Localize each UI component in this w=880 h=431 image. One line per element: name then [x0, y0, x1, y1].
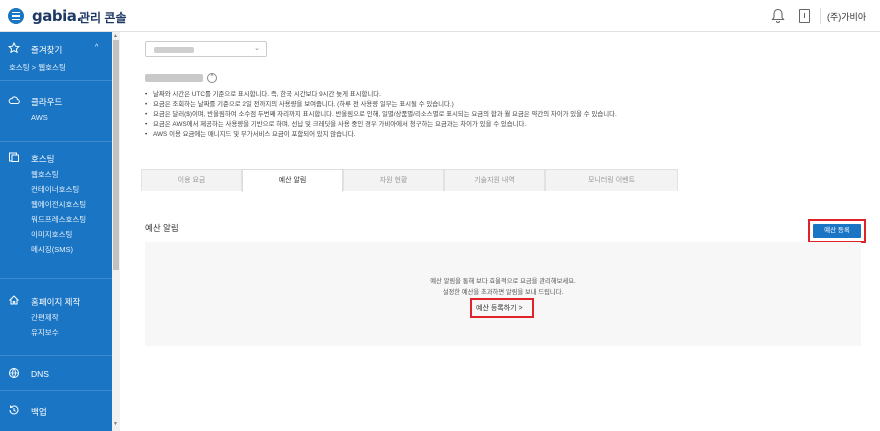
empty-message-1: 예산 알림을 통해 보다 효율적으로 요금을 관리해보세요. [430, 278, 576, 285]
favorite-hosting-webhosting[interactable]: 호스팅 > 웹호스팅 [0, 60, 112, 75]
logo[interactable]: gabia. [32, 7, 82, 25]
divider [0, 390, 112, 391]
sidebar-label: DNS [31, 369, 49, 379]
highlight-box: 예산 등록 [808, 219, 866, 243]
tab-tech-support[interactable]: 기술지원 내역 [444, 169, 545, 191]
redacted-name [145, 74, 203, 82]
logo-subtitle: 관리 콘솔 [79, 11, 127, 25]
header-divider [820, 8, 821, 24]
sidebar-cloud: 클라우드 AWS [0, 92, 112, 125]
notice-item: 요금은 AWS에서 제공하는 사용량을 기반으로 하며, 선납 및 크레딧을 사… [145, 120, 617, 130]
notice-item: 요금은 조회하는 날짜를 기준으로 2일 전까지의 사용량을 보여줍니다. (하… [145, 100, 617, 110]
sidebar-label: 백업 [31, 407, 47, 417]
chevron-down-icon: ⌄ [254, 45, 260, 52]
sidebar-item-aws[interactable]: AWS [0, 110, 112, 125]
clock-backup-icon [9, 405, 19, 415]
sidebar-item-wordpress[interactable]: 워드프레스호스팅 [0, 212, 112, 227]
cloud-icon [8, 96, 20, 104]
sidebar-label: 클라우드 [31, 97, 63, 107]
user-menu[interactable]: (주)가비아 [827, 10, 866, 23]
sidebar-scrollbar[interactable]: ▲ ▼ [112, 32, 120, 431]
sidebar-item-maintenance[interactable]: 유지보수 [0, 325, 112, 340]
notice-item: 날짜와 시간은 UTC를 기준으로 표시합니다. 즉, 한국 시간보다 9시간 … [145, 90, 617, 100]
tab-monitoring-events[interactable]: 모니터링 이벤트 [545, 169, 678, 191]
sidebar-item-backup[interactable]: 백업 [0, 402, 112, 420]
sidebar-dns: DNS [0, 365, 112, 383]
sidebar-item-sms[interactable]: 메시징(SMS) [0, 242, 112, 257]
sidebar-hosting: 호스팅 웹호스팅 컨테이너호스팅 웹에이전시호스팅 워드프레스호스팅 이미지호스… [0, 149, 112, 257]
sidebar-label: 홈페이지 제작 [31, 297, 81, 307]
divider [0, 278, 112, 279]
sidebar-item-homepage[interactable]: 홈페이지 제작 [0, 292, 112, 310]
logout-icon[interactable] [799, 9, 810, 23]
sidebar-item-webagency[interactable]: 웹에이전시호스팅 [0, 197, 112, 212]
register-budget-button[interactable]: 예산 등록 [813, 224, 861, 238]
redacted-value [154, 47, 194, 53]
notice-item: AWS 이용 요금에는 매니지드 및 부가서비스 요금이 포함되어 있지 않습니… [145, 130, 617, 140]
scroll-down-icon[interactable]: ▼ [113, 421, 118, 427]
highlight-box: 예산 등록하기 > [470, 298, 534, 318]
sidebar-label: 호스팅 [31, 154, 55, 164]
server-icon [9, 152, 19, 162]
top-header: gabia. 관리 콘솔 (주)가비아 [0, 0, 880, 32]
sidebar-item-dns[interactable]: DNS [0, 365, 112, 383]
divider [0, 80, 112, 81]
bell-icon[interactable] [771, 8, 785, 24]
sidebar-label: 즐겨찾기 [31, 45, 63, 55]
account-select[interactable]: ⌄ [145, 41, 267, 57]
tab-bar: 이용 요금 예산 알림 자원 현황 기술지원 내역 모니터링 이벤트 [141, 169, 678, 192]
notice-list: 날짜와 시간은 UTC를 기준으로 표시합니다. 즉, 한국 시간보다 9시간 … [145, 90, 617, 140]
scrollbar-thumb[interactable] [113, 40, 119, 270]
home-icon [9, 295, 19, 305]
menu-icon[interactable] [8, 8, 24, 24]
sidebar-item-webhosting[interactable]: 웹호스팅 [0, 167, 112, 182]
main-content: ⌄ ^ 날짜와 시간은 UTC를 기준으로 표시합니다. 즉, 한국 시간보다 … [120, 32, 880, 431]
sidebar-item-containerhosting[interactable]: 컨테이너호스팅 [0, 182, 112, 197]
sidebar-item-hosting[interactable]: 호스팅 [0, 149, 112, 167]
divider [0, 141, 112, 142]
empty-state-panel: 예산 알림을 통해 보다 효율적으로 요금을 관리해보세요. 설정한 예산을 초… [145, 242, 861, 346]
sidebar-backup: 백업 [0, 402, 112, 420]
notice-item: 요금은 달러($)이며, 반올림하여 소수점 두번째 자리까지 표시합니다. 반… [145, 110, 617, 120]
sidebar-item-imagehosting[interactable]: 이미지호스팅 [0, 227, 112, 242]
scroll-up-icon[interactable]: ▲ [113, 33, 118, 39]
sidebar-favorites: 즐겨찾기 ^ 호스팅 > 웹호스팅 [0, 40, 112, 75]
empty-message-2: 설정한 예산을 초과하면 알림을 보내 드립니다. [442, 289, 564, 296]
divider [0, 355, 112, 356]
sidebar-item-simple[interactable]: 간편제작 [0, 310, 112, 325]
globe-icon [9, 368, 19, 378]
register-budget-link[interactable]: 예산 등록하기 > [476, 303, 523, 313]
star-icon [8, 42, 20, 54]
sidebar-item-favorites[interactable]: 즐겨찾기 ^ [0, 40, 112, 58]
sidebar: 즐겨찾기 ^ 호스팅 > 웹호스팅 클라우드 AWS 호스팅 웹호스팅 컨테이너… [0, 32, 112, 431]
collapse-toggle-icon[interactable]: ^ [207, 73, 217, 83]
section-title: 예산 알림 [145, 223, 179, 233]
chevron-up-icon[interactable]: ^ [95, 44, 98, 51]
sidebar-item-cloud[interactable]: 클라우드 [0, 92, 112, 110]
sidebar-homepage: 홈페이지 제작 간편제작 유지보수 [0, 292, 112, 340]
tab-resource-status[interactable]: 자원 현황 [343, 169, 444, 191]
tab-usage-fee[interactable]: 이용 요금 [141, 169, 242, 191]
tab-budget-alert[interactable]: 예산 알림 [242, 169, 343, 192]
